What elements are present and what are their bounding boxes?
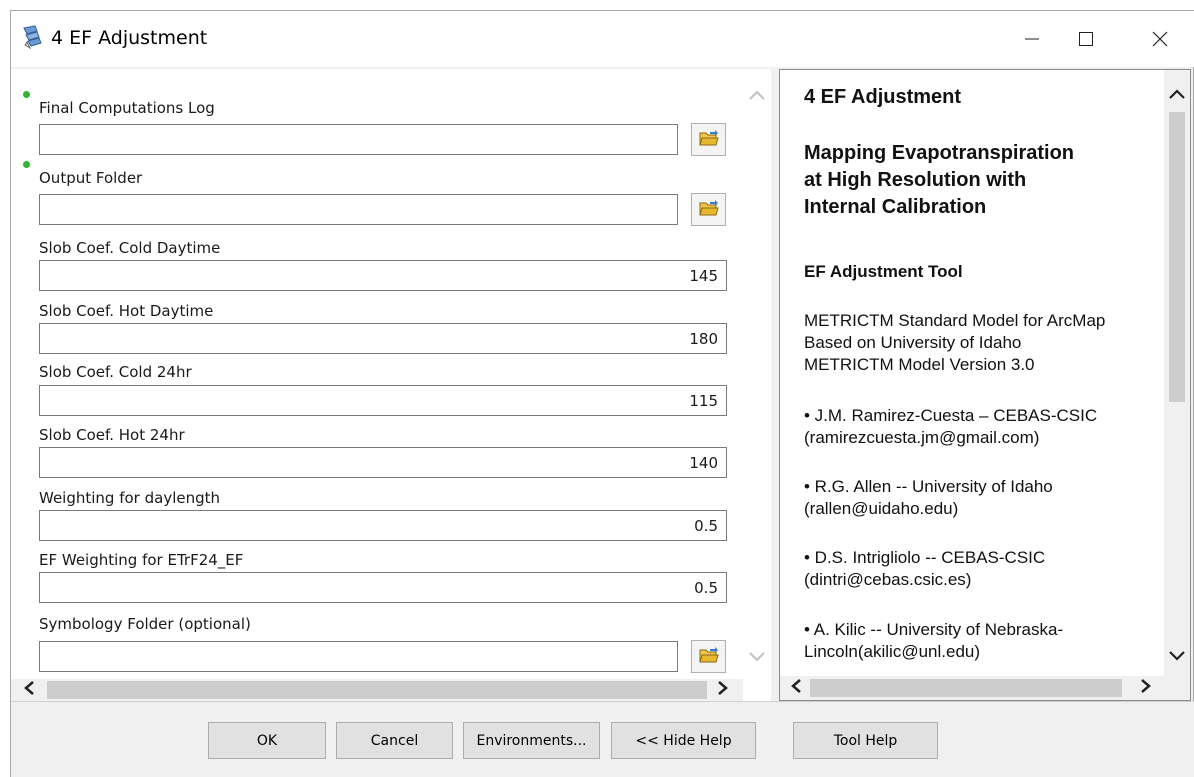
- slob-cold-24hr-label: Slob Coef. Cold 24hr: [39, 363, 192, 381]
- weighting-daylength-input[interactable]: 0.5: [39, 510, 727, 541]
- help-subtitle-line: at High Resolution with: [804, 169, 1027, 191]
- ef-weighting-input[interactable]: 0.5: [39, 572, 727, 603]
- chevron-down-icon: [748, 648, 766, 667]
- arcgis-tool-icon: [21, 25, 43, 50]
- help-author-email: (rallen@uidaho.edu): [804, 499, 959, 518]
- tool-help-button[interactable]: Tool Help: [793, 722, 938, 759]
- minimize-button[interactable]: [1005, 11, 1059, 67]
- open-folder-icon: [698, 646, 719, 668]
- tool-dialog-window: 4 EF Adjustment Final Computations Log O…: [10, 10, 1194, 777]
- hide-help-button[interactable]: << Hide Help: [611, 722, 756, 759]
- help-subtitle-line: Internal Calibration: [804, 196, 987, 218]
- ok-button[interactable]: OK: [208, 722, 326, 759]
- help-pane: 4 EF Adjustment Mapping Evapotranspirati…: [779, 69, 1191, 701]
- dialog-button-bar: OK Cancel Environments... << Hide Help T…: [11, 701, 1194, 777]
- parameters-pane: Final Computations Log Output Folder Slo…: [11, 69, 771, 701]
- symbology-folder-label: Symbology Folder (optional): [39, 615, 251, 633]
- chevron-up-icon: [1168, 85, 1186, 104]
- scroll-down-button[interactable]: [747, 647, 767, 667]
- help-author-name: • R.G. Allen -- University of Idaho: [804, 477, 1053, 496]
- help-author-email: (ramirezcuesta.jm@gmail.com): [804, 428, 1040, 447]
- output-folder-label: Output Folder: [39, 169, 143, 187]
- help-scroll-up-button[interactable]: [1167, 84, 1187, 104]
- required-indicator-icon: [23, 161, 30, 168]
- help-scroll-down-button[interactable]: [1167, 646, 1187, 666]
- help-author-email: (dintri@cebas.csic.es): [804, 570, 972, 589]
- help-content: 4 EF Adjustment Mapping Evapotranspirati…: [780, 70, 1164, 676]
- help-author-name: • D.S. Intrigliolo -- CEBAS-CSIC: [804, 548, 1046, 567]
- pane-splitter[interactable]: [771, 69, 779, 701]
- slob-cold-daytime-input[interactable]: 145: [39, 260, 727, 291]
- chevron-left-icon: [23, 680, 35, 700]
- chevron-up-icon: [748, 86, 766, 105]
- help-text-line: METRICTM Model Version 3.0: [804, 355, 1035, 374]
- final-log-label: Final Computations Log: [39, 99, 215, 117]
- chevron-left-icon: [790, 678, 802, 698]
- maximize-icon: [1078, 31, 1094, 47]
- help-scroll-right-button[interactable]: [1136, 678, 1156, 698]
- help-vertical-scrollbar[interactable]: [1164, 70, 1190, 676]
- title-bar: 4 EF Adjustment: [11, 11, 1194, 67]
- slob-cold-daytime-label: Slob Coef. Cold Daytime: [39, 239, 221, 257]
- chevron-right-icon: [717, 680, 729, 700]
- help-title: 4 EF Adjustment: [804, 86, 962, 108]
- slob-hot-24hr-label: Slob Coef. Hot 24hr: [39, 426, 185, 444]
- weighting-daylength-label: Weighting for daylength: [39, 489, 221, 507]
- output-folder-input[interactable]: [39, 194, 678, 225]
- symbology-folder-browse-button[interactable]: [691, 640, 726, 673]
- help-scroll-left-button[interactable]: [786, 678, 806, 698]
- environments-button[interactable]: Environments...: [463, 722, 600, 759]
- parameters-vertical-scrollbar[interactable]: [743, 69, 771, 679]
- help-horizontal-scroll-thumb[interactable]: [810, 679, 1122, 697]
- chevron-down-icon: [1168, 647, 1186, 666]
- open-folder-icon: [698, 199, 719, 221]
- slob-hot-daytime-label: Slob Coef. Hot Daytime: [39, 302, 214, 320]
- final-log-browse-button[interactable]: [691, 123, 726, 156]
- ef-weighting-label: EF Weighting for ETrF24_EF: [39, 551, 244, 569]
- scroll-right-button[interactable]: [713, 680, 733, 700]
- slob-hot-daytime-input[interactable]: 180: [39, 323, 727, 354]
- horizontal-scroll-thumb[interactable]: [47, 681, 707, 699]
- final-log-input[interactable]: [39, 124, 678, 155]
- help-text-line: METRICTM Standard Model for ArcMap: [804, 311, 1106, 330]
- help-author: • R.G. Allen -- University of Idaho (ral…: [804, 476, 1149, 520]
- minimize-icon: [1024, 31, 1040, 47]
- chevron-right-icon: [1140, 678, 1152, 698]
- close-button[interactable]: [1133, 11, 1187, 67]
- help-author-name: • A. Kilic -- University of Nebraska-: [804, 620, 1064, 639]
- help-text-line: Based on University of Idaho: [804, 333, 1022, 352]
- required-indicator-icon: [23, 91, 30, 98]
- slob-hot-24hr-input[interactable]: 140: [39, 447, 727, 478]
- help-author-email: Lincoln(akilic@unl.edu): [804, 642, 981, 661]
- window-title: 4 EF Adjustment: [51, 27, 208, 49]
- help-subtitle-line: Mapping Evapotranspiration: [804, 142, 1075, 164]
- help-model-description: METRICTM Standard Model for ArcMap Based…: [804, 310, 1149, 376]
- help-vertical-scroll-thumb[interactable]: [1169, 112, 1185, 402]
- slob-cold-24hr-input[interactable]: 115: [39, 385, 727, 416]
- help-subtitle: Mapping Evapotranspiration at High Resol…: [804, 140, 1154, 221]
- cancel-button[interactable]: Cancel: [336, 722, 453, 759]
- help-author: • A. Kilic -- University of Nebraska- Li…: [804, 619, 1149, 663]
- parameters-horizontal-scrollbar[interactable]: [11, 679, 743, 701]
- parameters-list: Final Computations Log Output Folder Slo…: [11, 69, 743, 679]
- help-author: • J.M. Ramirez-Cuesta – CEBAS-CSIC (rami…: [804, 405, 1149, 449]
- symbology-folder-input[interactable]: [39, 641, 678, 672]
- help-author-name: • J.M. Ramirez-Cuesta – CEBAS-CSIC: [804, 406, 1098, 425]
- help-author: • D.S. Intrigliolo -- CEBAS-CSIC (dintri…: [804, 547, 1149, 591]
- scroll-up-button[interactable]: [747, 85, 767, 105]
- help-tool-heading: EF Adjustment Tool: [804, 262, 963, 281]
- output-folder-browse-button[interactable]: [691, 193, 726, 226]
- scroll-left-button[interactable]: [19, 680, 39, 700]
- close-icon: [1152, 31, 1168, 47]
- maximize-button[interactable]: [1059, 11, 1113, 67]
- open-folder-icon: [698, 129, 719, 151]
- help-horizontal-scrollbar[interactable]: [780, 676, 1190, 700]
